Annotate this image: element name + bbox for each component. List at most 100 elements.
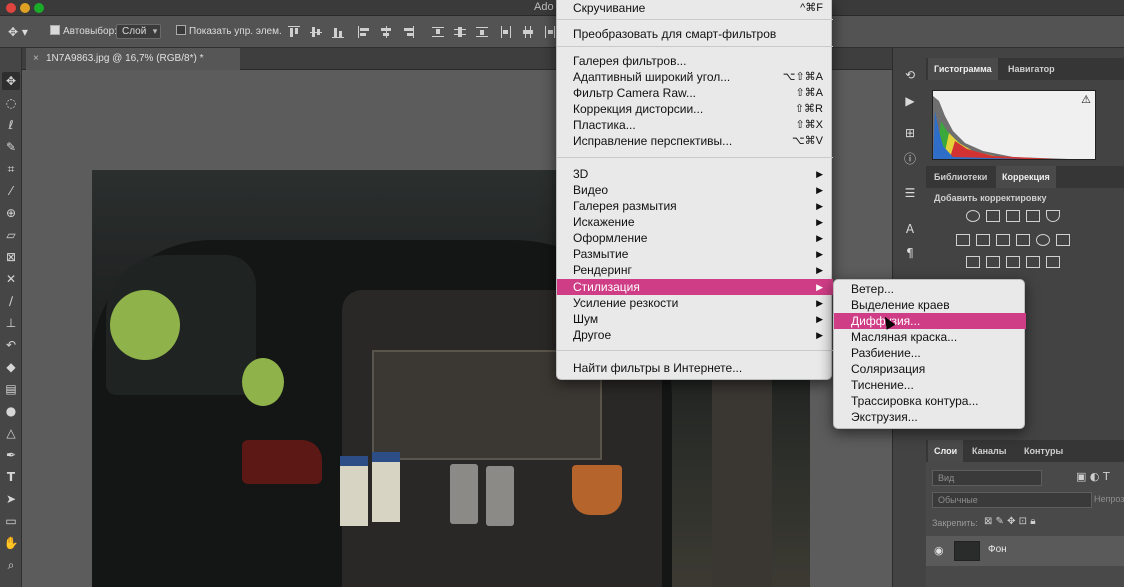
zoom-tool-icon[interactable]: ⌕ bbox=[2, 556, 20, 574]
properties-panel-icon[interactable]: ⊞ bbox=[901, 124, 919, 142]
tab-histogram[interactable]: Гистограмма bbox=[928, 58, 998, 80]
tab-channels[interactable]: Каналы bbox=[966, 440, 1012, 462]
shape-tool-icon[interactable]: ▭ bbox=[2, 512, 20, 530]
levels-icon[interactable] bbox=[986, 210, 1000, 222]
move-tool-icon[interactable]: ✥ bbox=[2, 72, 20, 90]
hue-saturation-icon[interactable] bbox=[956, 234, 970, 246]
path-select-tool-icon[interactable]: ➤ bbox=[2, 490, 20, 508]
menu-item-stylize[interactable]: Стилизация ▶ bbox=[557, 279, 833, 295]
color-balance-icon[interactable] bbox=[976, 234, 990, 246]
crop-tool-icon[interactable]: ⌗ bbox=[2, 160, 20, 178]
quick-select-tool-icon[interactable]: ✎ bbox=[2, 138, 20, 156]
distribute-right-icon[interactable] bbox=[544, 26, 556, 38]
menu-item-convert-smart-filters[interactable]: Преобразовать для смарт-фильтров bbox=[557, 26, 833, 42]
type-tool-icon[interactable]: T bbox=[2, 468, 20, 486]
marquee-tool-icon[interactable]: ◌ bbox=[2, 94, 20, 112]
move-tool-icon[interactable]: ✥ ▾ bbox=[8, 24, 28, 40]
align-right-icon[interactable] bbox=[402, 26, 414, 38]
tab-navigator[interactable]: Навигатор bbox=[1002, 58, 1061, 80]
gradient-map-icon[interactable] bbox=[1046, 256, 1060, 268]
menu-item-liquify[interactable]: Пластика... ⇧⌘X bbox=[557, 117, 833, 133]
menu-item-lens-correction[interactable]: Коррекция дисторсии... ⇧⌘R bbox=[557, 101, 833, 117]
auto-select-checkbox[interactable]: Автовыбор: bbox=[50, 24, 117, 40]
menu-item-blur[interactable]: Размытие ▶ bbox=[557, 246, 833, 262]
tab-layers[interactable]: Слои bbox=[928, 440, 964, 462]
posterize-icon[interactable] bbox=[986, 256, 1000, 268]
zoom-window-button[interactable] bbox=[34, 3, 44, 13]
menu-item-browse-filters-online[interactable]: Найти фильтры в Интернете... bbox=[557, 360, 833, 376]
photo-filter-icon[interactable] bbox=[1016, 234, 1030, 246]
character-panel-icon[interactable]: A bbox=[901, 220, 919, 238]
distribute-hcenter-icon[interactable] bbox=[522, 26, 534, 38]
curves-icon[interactable] bbox=[1006, 210, 1020, 222]
actions-play-icon[interactable]: ▶ bbox=[901, 92, 919, 110]
frame-tool-icon[interactable]: ⊠ bbox=[2, 248, 20, 266]
menu-item-filter-gallery[interactable]: Галерея фильтров... bbox=[557, 53, 833, 69]
dodge-tool-icon[interactable]: △ bbox=[2, 424, 20, 442]
selective-color-icon[interactable] bbox=[1026, 256, 1040, 268]
invert-icon[interactable] bbox=[966, 256, 980, 268]
align-bottom-icon[interactable] bbox=[332, 26, 344, 38]
blend-mode-dropdown[interactable]: Обычные bbox=[932, 492, 1092, 508]
show-transform-checkbox[interactable]: Показать упр. элем. bbox=[176, 24, 282, 40]
align-top-icon[interactable] bbox=[288, 26, 300, 38]
submenu-item-solarize[interactable]: Соляризация bbox=[834, 361, 1026, 377]
submenu-item-find-edges[interactable]: Выделение краев bbox=[834, 297, 1026, 313]
align-vcenter-icon[interactable] bbox=[310, 26, 322, 38]
close-window-button[interactable] bbox=[6, 3, 16, 13]
lasso-tool-icon[interactable]: ℓ bbox=[2, 116, 20, 134]
distribute-vcenter-icon[interactable] bbox=[454, 26, 466, 38]
distribute-left-icon[interactable] bbox=[500, 26, 512, 38]
menu-item-other[interactable]: Другое ▶ bbox=[557, 327, 833, 343]
history-brush-tool-icon[interactable]: ↶ bbox=[2, 336, 20, 354]
threshold-icon[interactable] bbox=[1006, 256, 1020, 268]
patch-tool-icon[interactable]: ▱ bbox=[2, 226, 20, 244]
menu-item-sharpen[interactable]: Усиление резкости ▶ bbox=[557, 295, 833, 311]
histogram-warning-icon[interactable]: ⚠ bbox=[1081, 93, 1091, 106]
styles-panel-icon[interactable]: ☰ bbox=[901, 184, 919, 202]
lock-icons[interactable]: ⊠ ✎ ✥ ⊡ 🔒︎ bbox=[984, 516, 1036, 527]
pen-tool-icon[interactable]: ✒ bbox=[2, 446, 20, 464]
menu-item-adaptive-wide-angle[interactable]: Адаптивный широкий угол... ⌥⇧⌘A bbox=[557, 69, 833, 85]
hand-tool-icon[interactable]: ✋ bbox=[2, 534, 20, 552]
menu-item-distort[interactable]: Искажение ▶ bbox=[557, 214, 833, 230]
menu-item-vanishing-point[interactable]: Исправление перспективы... ⌥⌘V bbox=[557, 133, 833, 149]
layer-row-background[interactable]: ◉ Фон bbox=[926, 536, 1124, 566]
info-panel-icon[interactable]: ⓘ bbox=[901, 150, 919, 168]
tab-paths[interactable]: Контуры bbox=[1018, 440, 1069, 462]
menu-item-blur-gallery[interactable]: Галерея размытия ▶ bbox=[557, 198, 833, 214]
black-white-icon[interactable] bbox=[996, 234, 1010, 246]
paragraph-panel-icon[interactable]: ¶ bbox=[901, 244, 919, 262]
close-tab-icon[interactable]: × bbox=[33, 48, 39, 70]
submenu-item-oil-paint[interactable]: Масляная краска... bbox=[834, 329, 1026, 345]
channel-mixer-icon[interactable] bbox=[1036, 234, 1050, 246]
clone-stamp-tool-icon[interactable]: ⊥ bbox=[2, 314, 20, 332]
menu-item-noise[interactable]: Шум ▶ bbox=[557, 311, 833, 327]
submenu-item-trace-contour[interactable]: Трассировка контура... bbox=[834, 393, 1026, 409]
transform-tool-icon[interactable]: ✕ bbox=[2, 270, 20, 288]
history-panel-icon[interactable]: ⟲ bbox=[901, 66, 919, 84]
menu-item-camera-raw[interactable]: Фильтр Camera Raw... ⇧⌘A bbox=[557, 85, 833, 101]
submenu-item-tiles[interactable]: Разбиение... bbox=[834, 345, 1026, 361]
layer-filter-icons[interactable]: ▣ ◐ T bbox=[1076, 470, 1110, 483]
menu-item-twirl[interactable]: Скручивание ^⌘F bbox=[557, 0, 833, 16]
menu-item-render[interactable]: Рендеринг ▶ bbox=[557, 262, 833, 278]
distribute-bottom-icon[interactable] bbox=[476, 26, 488, 38]
menu-item-pixelate[interactable]: Оформление ▶ bbox=[557, 230, 833, 246]
gradient-tool-icon[interactable]: ▤ bbox=[2, 380, 20, 398]
submenu-item-diffuse[interactable]: Диффузия... bbox=[834, 313, 1026, 329]
distribute-top-icon[interactable] bbox=[432, 26, 444, 38]
layer-visibility-eye-icon[interactable]: ◉ bbox=[934, 544, 944, 557]
tab-libraries[interactable]: Библиотеки bbox=[928, 166, 993, 188]
align-hcenter-icon[interactable] bbox=[380, 26, 392, 38]
brightness-icon[interactable] bbox=[966, 210, 980, 222]
eraser-tool-icon[interactable]: ◆ bbox=[2, 358, 20, 376]
exposure-icon[interactable] bbox=[1026, 210, 1040, 222]
color-lookup-icon[interactable] bbox=[1056, 234, 1070, 246]
submenu-item-extrude[interactable]: Экструзия... bbox=[834, 409, 1026, 425]
layer-filter-input[interactable]: Вид bbox=[932, 470, 1042, 486]
vibrance-icon[interactable] bbox=[1046, 210, 1060, 222]
eyedropper-tool-icon[interactable]: ⁄ bbox=[2, 182, 20, 200]
submenu-item-emboss[interactable]: Тиснение... bbox=[834, 377, 1026, 393]
align-left-icon[interactable] bbox=[358, 26, 370, 38]
